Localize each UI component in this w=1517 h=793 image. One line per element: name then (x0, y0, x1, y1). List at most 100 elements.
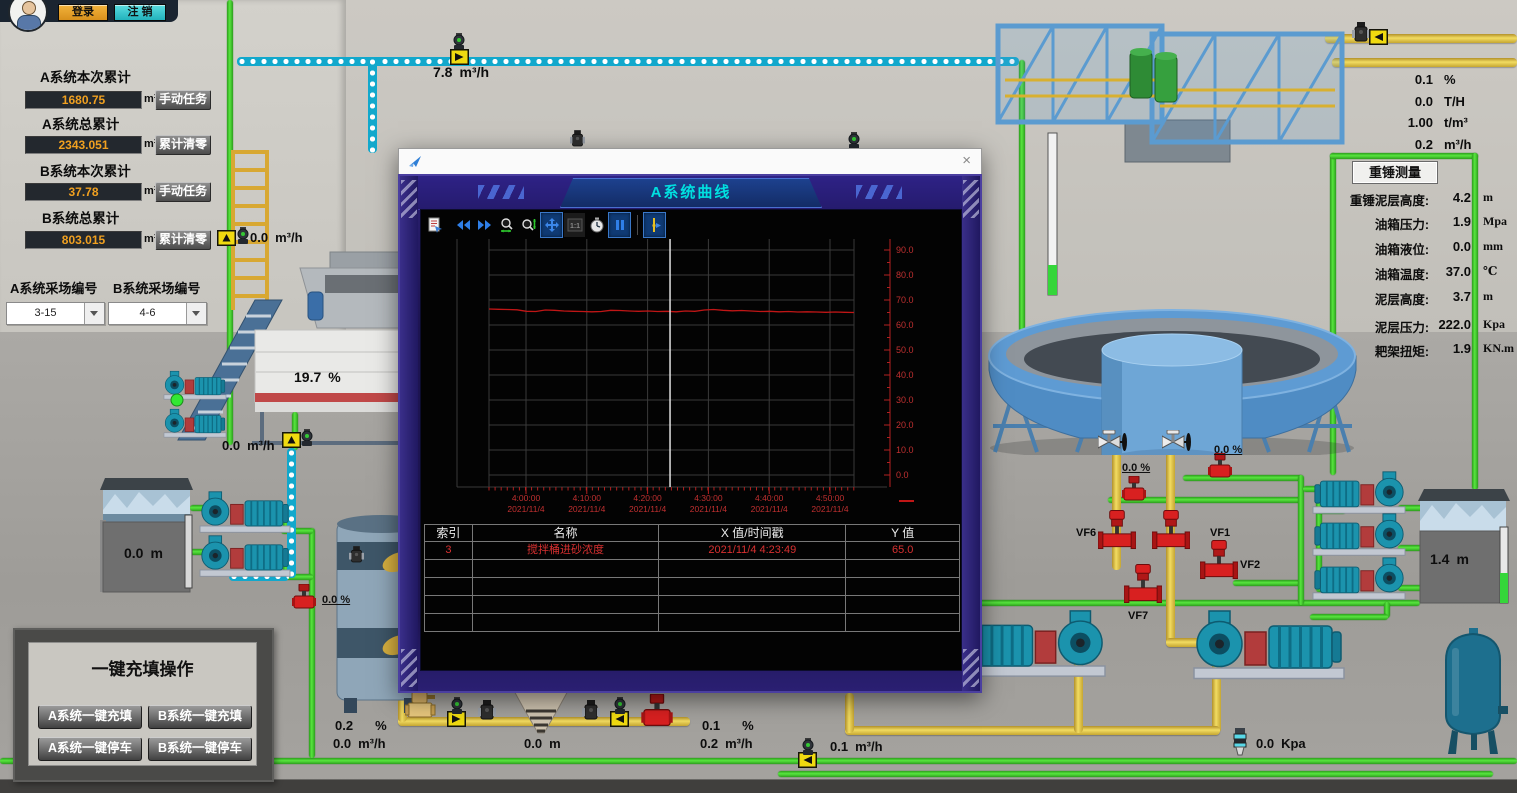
bottom-pressure-readout: 0.0Kpa (1256, 736, 1306, 751)
valve-tag-vf6: VF6 (1076, 527, 1096, 539)
svg-text:2021/11/4: 2021/11/4 (629, 504, 666, 514)
table-row[interactable] (424, 560, 960, 578)
trend-chart[interactable]: 4:00:002021/11/44:10:002021/11/44:20:002… (422, 239, 962, 522)
one-key-fill-panel-inner: 一键充填操作 A系统一键充填 B系统一键充填 A系统一键停车 B系统一键停车 (28, 642, 257, 766)
svg-text:70.0: 70.0 (896, 295, 914, 305)
red-valve-icon[interactable] (1208, 453, 1232, 479)
one-key-fill-panel: 一键充填操作 A系统一键充填 B系统一键充填 A系统一键停车 B系统一键停车 (13, 628, 274, 782)
bottom-left-flow-readout: 0.0m³/h (333, 736, 386, 751)
table-row[interactable] (424, 578, 960, 596)
flowmeter-icon (1369, 29, 1388, 45)
header-deco (478, 185, 524, 199)
bottom-mid-concentration-readout: 0.1% (702, 718, 754, 733)
reset-total-button-b[interactable]: 累计清零 (155, 230, 211, 250)
flow-sensor-icon (612, 697, 628, 714)
manual-task-button-a[interactable]: 手动任务 (155, 90, 211, 110)
b-system-stop-button[interactable]: B系统一键停车 (148, 737, 252, 761)
popup-body: A系统曲线 1:1 4:00:002021/11/44:10:002021/11… (398, 174, 982, 693)
cursor-icon[interactable] (643, 212, 666, 238)
svg-text:4:40:00: 4:40:00 (755, 493, 784, 503)
hammer-row: 泥层高度:3.7m (1335, 289, 1515, 308)
stat-title-b-total: B系统总累计 (42, 207, 119, 227)
svg-text:1:1: 1:1 (569, 223, 579, 230)
motor-valve-icon[interactable] (405, 692, 437, 722)
popup-header-band: A系统曲线 (418, 176, 962, 210)
red-valve-icon[interactable] (292, 584, 316, 610)
svg-text:2021/11/4: 2021/11/4 (507, 504, 544, 514)
pipe-yellow-u-bottom (845, 726, 1220, 735)
pipe-green-bottom-2 (778, 771, 1493, 777)
trend-cursor-table[interactable]: 索引名称X 值/时间戳Y 值3搅拌桶进砂浓度2021/11/4 4:23:496… (424, 524, 960, 632)
fill-panel-title: 一键充填操作 (29, 655, 256, 680)
pipe-green-a (1183, 475, 1303, 481)
a-system-fill-button[interactable]: A系统一键充填 (38, 705, 142, 729)
frame-hatch (401, 649, 417, 687)
hammer-measure-button[interactable]: 重锤测量 (1352, 161, 1438, 184)
valve-tag-vf7: VF7 (1128, 610, 1148, 622)
control-valve-vf2[interactable] (1200, 540, 1238, 582)
chevron-down-icon[interactable] (186, 303, 206, 324)
stat-title-b-current: B系统本次累计 (40, 160, 131, 180)
control-valve-vf6[interactable] (1098, 510, 1136, 552)
flow-sensor-icon (299, 429, 315, 446)
close-icon[interactable]: × (962, 153, 971, 169)
bottom-main-flow-readout: 0.1m³/h (830, 739, 883, 754)
zoom-x-icon[interactable] (496, 213, 517, 237)
pause-icon[interactable] (608, 212, 631, 238)
report-icon[interactable] (424, 213, 445, 237)
svg-text:50.0: 50.0 (896, 345, 914, 355)
svg-text:10.0: 10.0 (896, 445, 914, 455)
chevron-down-icon[interactable] (84, 303, 104, 324)
selector-label-b: B系统采场编号 (113, 278, 200, 297)
svg-text:60.0: 60.0 (896, 320, 914, 330)
pan-icon[interactable] (540, 212, 563, 238)
control-valve-vf1[interactable] (1152, 510, 1190, 552)
stope-select-b[interactable]: 4-6 (108, 302, 207, 325)
red-valve-icon[interactable] (1122, 476, 1146, 502)
table-row[interactable]: 3搅拌桶进砂浓度2021/11/4 4:23:4965.0 (424, 542, 960, 560)
svg-text:2021/11/4: 2021/11/4 (811, 504, 848, 514)
logout-button[interactable]: 注 销 (114, 4, 166, 21)
svg-text:2021/11/4: 2021/11/4 (751, 504, 788, 514)
manual-task-button-b[interactable]: 手动任务 (155, 182, 211, 202)
scada-main-screen: 登录 注 销 A系统本次累计 1680.75 m³ 手动任务 A系统总累计 23… (0, 0, 1517, 793)
rewind-icon[interactable] (452, 213, 473, 237)
table-row[interactable] (424, 614, 960, 632)
pipe-yellow-u-left (845, 693, 854, 733)
toolbar-separator (637, 215, 638, 235)
valve-opening-readout: 0.0 % (1214, 444, 1242, 456)
clock-icon[interactable] (586, 213, 607, 237)
thickener-readout-row: 0.2m³/h (1393, 137, 1513, 152)
popup-title: A系统曲线 (560, 178, 822, 208)
flow-sensor-icon (846, 132, 862, 149)
stat-value-a-current: 1680.75 (25, 91, 142, 109)
table-row[interactable] (424, 596, 960, 614)
valve-tag-vf2: VF2 (1240, 559, 1260, 571)
control-valve-vf7[interactable] (1124, 564, 1162, 606)
zoom-y-icon[interactable] (518, 213, 539, 237)
left-lower-flow-readout: 0.0m³/h (222, 438, 275, 453)
pipe-green-manifold (1298, 475, 1304, 605)
login-button[interactable]: 登录 (58, 4, 108, 21)
popup-titlebar[interactable]: × (398, 148, 982, 175)
stat-title-a-total: A系统总累计 (42, 113, 119, 133)
forward-icon[interactable] (474, 213, 495, 237)
a-system-stop-button[interactable]: A系统一键停车 (38, 737, 142, 761)
reset-total-button-a[interactable]: 累计清零 (155, 135, 211, 155)
svg-text:80.0: 80.0 (896, 270, 914, 280)
thickener-readout-row: 1.00t/m³ (1393, 115, 1513, 130)
thickener-readout-row: 0.0T/H (1393, 94, 1513, 109)
dark-flowmeter-icon (582, 700, 600, 720)
b-system-fill-button[interactable]: B系统一键充填 (148, 705, 252, 729)
dark-flowmeter-icon (478, 700, 496, 720)
stope-select-a[interactable]: 3-15 (6, 302, 105, 325)
manual-valve-icon[interactable] (1098, 430, 1128, 454)
thickener-readout-row: 0.1% (1393, 72, 1513, 87)
stat-value-a-total: 2343.051 (25, 136, 142, 154)
svg-text:2021/11/4: 2021/11/4 (690, 504, 727, 514)
popup-left-frame (400, 176, 418, 691)
manual-valve-icon[interactable] (1162, 430, 1192, 454)
flow-sensor-icon (451, 33, 467, 50)
red-valve-icon[interactable] (641, 694, 673, 728)
one-to-one-icon[interactable]: 1:1 (564, 213, 585, 237)
